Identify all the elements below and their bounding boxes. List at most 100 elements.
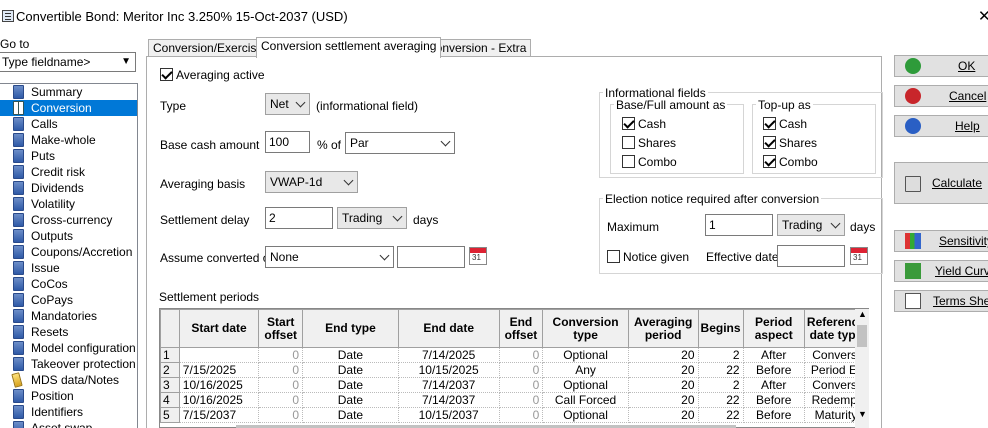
table-cell[interactable]: 20	[627, 362, 699, 378]
table-cell[interactable]: 10/15/2025	[397, 362, 500, 378]
cancel-button[interactable]: Cancel	[894, 85, 988, 107]
sidebar-item-copays[interactable]: CoPays	[0, 292, 137, 308]
table-row[interactable]: 2 7/15/2025 0 Date 10/15/2025 0 Any 20 22 Before P…	[160, 362, 868, 378]
sensitivity-button[interactable]: Sensitivity...	[894, 230, 988, 252]
table-cell[interactable]: 20	[627, 377, 699, 393]
fieldname-select[interactable]: Type fieldname> ▼	[0, 52, 136, 72]
settlement-delay-unit-select[interactable]: Trading	[337, 207, 407, 229]
sidebar-item-calls[interactable]: Calls	[0, 116, 137, 132]
grid-vertical-scrollbar[interactable]: ▲ ▼	[855, 309, 869, 428]
close-icon[interactable]: ✕	[978, 7, 988, 25]
help-button[interactable]: Help	[894, 115, 988, 137]
table-cell[interactable]: 7/15/2025	[178, 362, 260, 378]
ok-button[interactable]: OK	[894, 55, 988, 77]
sidebar-item-takeover-protection[interactable]: Takeover protection	[0, 356, 137, 372]
maximum-unit-select[interactable]: Trading	[777, 214, 845, 236]
base-combo-checkbox[interactable]	[622, 155, 635, 168]
sidebar-item-conversion[interactable]: Conversion	[0, 100, 137, 116]
topup-shares-checkbox[interactable]	[763, 136, 776, 149]
table-cell[interactable]: Date	[302, 392, 399, 408]
table-row[interactable]: 5 7/15/2037 0 Date 10/15/2037 0 Optional 20 22 Be…	[160, 407, 868, 423]
table-cell[interactable]: Call Forced	[542, 392, 629, 408]
notice-given-checkbox[interactable]	[607, 250, 620, 263]
table-cell[interactable]: 10/16/2025	[178, 392, 260, 408]
sidebar-item-cocos[interactable]: CoCos	[0, 276, 137, 292]
table-cell[interactable]: 22	[697, 362, 744, 378]
table-cell[interactable]	[178, 347, 260, 363]
table-cell[interactable]: 7/14/2025	[397, 347, 500, 363]
settlement-periods-grid[interactable]: Start date Start offset End type End date En…	[159, 308, 869, 428]
column-header[interactable]: Conversion type	[542, 309, 629, 348]
settlement-delay-input[interactable]: 2	[265, 207, 333, 229]
table-cell[interactable]: 0	[258, 347, 304, 363]
column-header[interactable]: Start date	[178, 309, 260, 348]
terms-sheet-button[interactable]: Terms Sheet	[894, 290, 988, 312]
topup-combo-checkbox[interactable]	[763, 155, 776, 168]
averaging-active-checkbox[interactable]	[160, 68, 173, 81]
sidebar-item-mds-data-notes[interactable]: MDS data/Notes	[0, 372, 137, 388]
sidebar-item-credit-risk[interactable]: Credit risk	[0, 164, 137, 180]
calendar-icon[interactable]	[469, 247, 487, 265]
table-cell[interactable]: 0	[498, 347, 544, 363]
sidebar-item-volatility[interactable]: Volatility	[0, 196, 137, 212]
maximum-input[interactable]: 1	[705, 214, 773, 236]
table-cell[interactable]: 20	[627, 392, 699, 408]
column-header[interactable]: Period aspect	[742, 309, 805, 348]
table-cell[interactable]: 0	[498, 392, 544, 408]
topup-cash-checkbox[interactable]	[763, 117, 776, 130]
table-cell[interactable]: 10/16/2025	[178, 377, 260, 393]
table-cell[interactable]: 7/14/2037	[397, 392, 500, 408]
sidebar-item-puts[interactable]: Puts	[0, 148, 137, 164]
sidebar-item-dividends[interactable]: Dividends	[0, 180, 137, 196]
scroll-thumb[interactable]	[857, 325, 867, 347]
sidebar-item-resets[interactable]: Resets	[0, 324, 137, 340]
sidebar-item-position[interactable]: Position	[0, 388, 137, 404]
sidebar-item-outputs[interactable]: Outputs	[0, 228, 137, 244]
table-cell[interactable]: Optional	[542, 377, 629, 393]
effective-date-input[interactable]	[777, 245, 845, 267]
table-cell[interactable]: Date	[302, 407, 399, 423]
column-header[interactable]: End offset	[498, 309, 544, 348]
sidebar-item-issue[interactable]: Issue	[0, 260, 137, 276]
table-cell[interactable]: 7/14/2037	[397, 377, 500, 393]
table-cell[interactable]: Before	[742, 407, 805, 423]
table-row[interactable]: 3 10/16/2025 0 Date 7/14/2037 0 Optional 20 2 Aft…	[160, 377, 868, 393]
column-header[interactable]: Start offset	[258, 309, 304, 348]
table-cell[interactable]: 0	[258, 407, 304, 423]
base-cash-checkbox[interactable]	[622, 117, 635, 130]
sidebar-item-cross-currency[interactable]: Cross-currency	[0, 212, 137, 228]
base-cash-input[interactable]: 100	[265, 131, 310, 153]
type-select[interactable]: Net	[265, 93, 310, 115]
assume-converted-date-input[interactable]	[397, 246, 465, 268]
table-cell[interactable]: Date	[302, 377, 399, 393]
column-header[interactable]	[160, 309, 180, 348]
averaging-basis-select[interactable]: VWAP-1d	[265, 171, 358, 193]
table-cell[interactable]: Optional	[542, 347, 629, 363]
sidebar-item-coupons-accretion[interactable]: Coupons/Accretion	[0, 244, 137, 260]
table-cell[interactable]: 20	[627, 407, 699, 423]
table-cell[interactable]: Any	[542, 362, 629, 378]
table-cell[interactable]: 0	[258, 362, 304, 378]
table-cell[interactable]: 10/15/2037	[397, 407, 500, 423]
table-cell[interactable]: Date	[302, 362, 399, 378]
calculate-button[interactable]: Calculate	[894, 162, 988, 204]
table-cell[interactable]: After	[742, 347, 805, 363]
yield-curve-button[interactable]: Yield Curve	[894, 260, 988, 282]
table-cell[interactable]: 2	[697, 347, 744, 363]
base-of-select[interactable]: Par	[345, 132, 455, 154]
table-cell[interactable]: Date	[302, 347, 399, 363]
assume-converted-select[interactable]: None	[265, 246, 394, 268]
table-cell[interactable]: 0	[258, 392, 304, 408]
table-cell[interactable]: 0	[498, 407, 544, 423]
table-cell[interactable]: After	[742, 377, 805, 393]
table-cell[interactable]: Before	[742, 392, 805, 408]
table-cell[interactable]: 0	[498, 362, 544, 378]
column-header[interactable]: End type	[302, 309, 399, 348]
table-cell[interactable]: Optional	[542, 407, 629, 423]
table-cell[interactable]: Before	[742, 362, 805, 378]
table-cell[interactable]: 0	[258, 377, 304, 393]
section-nav-list[interactable]: Summary Conversion Calls Make-whole Puts Cred…	[0, 83, 138, 428]
tab-conversion-settlement-averaging[interactable]: Conversion settlement averaging	[256, 37, 442, 58]
sidebar-item-summary[interactable]: Summary	[0, 84, 137, 100]
scroll-down-icon[interactable]: ▼	[858, 409, 867, 419]
